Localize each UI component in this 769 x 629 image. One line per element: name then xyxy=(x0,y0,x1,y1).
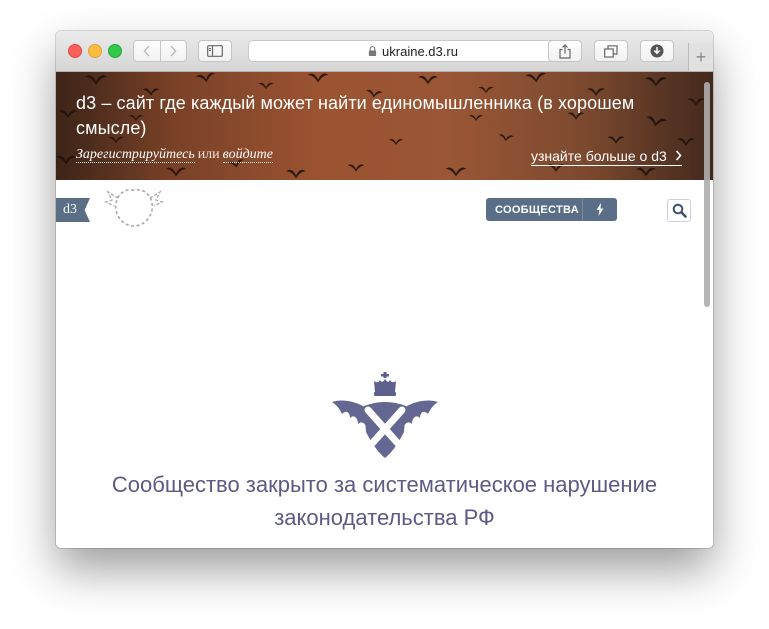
download-icon xyxy=(650,44,664,58)
learn-more-label: узнайте больше о d3 xyxy=(531,148,667,164)
browser-window: ukraine.d3.ru + d3 – сайт где каждый мож… xyxy=(56,31,713,548)
register-link[interactable]: Зарегистрируйтесь xyxy=(76,147,195,163)
learn-more-link[interactable]: узнайте больше о d3 xyxy=(531,148,682,166)
sidebar-icon xyxy=(207,45,223,57)
new-tab-button[interactable]: + xyxy=(688,43,713,71)
communities-button[interactable]: СООБЩЕСТВА xyxy=(486,198,617,221)
auth-links: Зарегистрируйтесь или войдите xyxy=(76,147,273,163)
community-avatar-placeholder[interactable] xyxy=(104,184,164,232)
page-content: d3 – сайт где каждый может найти единомы… xyxy=(56,72,713,548)
close-window-button[interactable] xyxy=(68,44,82,58)
search-icon xyxy=(672,203,687,218)
share-button[interactable] xyxy=(548,40,582,62)
d3-logo[interactable]: d3 xyxy=(56,198,90,222)
show-tabs-button[interactable] xyxy=(594,40,628,62)
chevron-left-icon xyxy=(143,45,150,57)
forward-button[interactable] xyxy=(161,41,187,61)
downloads-button[interactable] xyxy=(640,40,674,62)
login-link[interactable]: войдите xyxy=(222,147,273,163)
tabs-icon xyxy=(604,44,618,58)
chevron-right-icon xyxy=(170,45,177,57)
hero-title: d3 – сайт где каждый может найти единомы… xyxy=(76,93,635,138)
or-text: или xyxy=(197,147,220,162)
hero-banner: d3 – сайт где каждый может найти единомы… xyxy=(56,72,713,180)
address-url: ukraine.d3.ru xyxy=(382,43,458,59)
sidebar-toggle-button[interactable] xyxy=(198,40,232,62)
browser-toolbar: ukraine.d3.ru + xyxy=(56,31,713,72)
communities-label: СООБЩЕСТВА xyxy=(495,203,579,216)
search-button[interactable] xyxy=(667,199,691,222)
zoom-window-button[interactable] xyxy=(108,44,122,58)
history-nav xyxy=(133,40,187,62)
back-button[interactable] xyxy=(134,41,160,61)
minimize-window-button[interactable] xyxy=(88,44,102,58)
chevron-right-icon xyxy=(671,148,682,164)
page-scrollbar[interactable] xyxy=(704,82,710,307)
lock-icon xyxy=(368,46,377,56)
share-icon xyxy=(559,43,571,59)
lightning-icon[interactable] xyxy=(583,203,617,216)
community-closed-message: Сообщество закрыто за систематическое на… xyxy=(111,472,658,530)
address-bar[interactable]: ukraine.d3.ru xyxy=(248,40,578,62)
closed-community-emblem xyxy=(332,372,438,458)
